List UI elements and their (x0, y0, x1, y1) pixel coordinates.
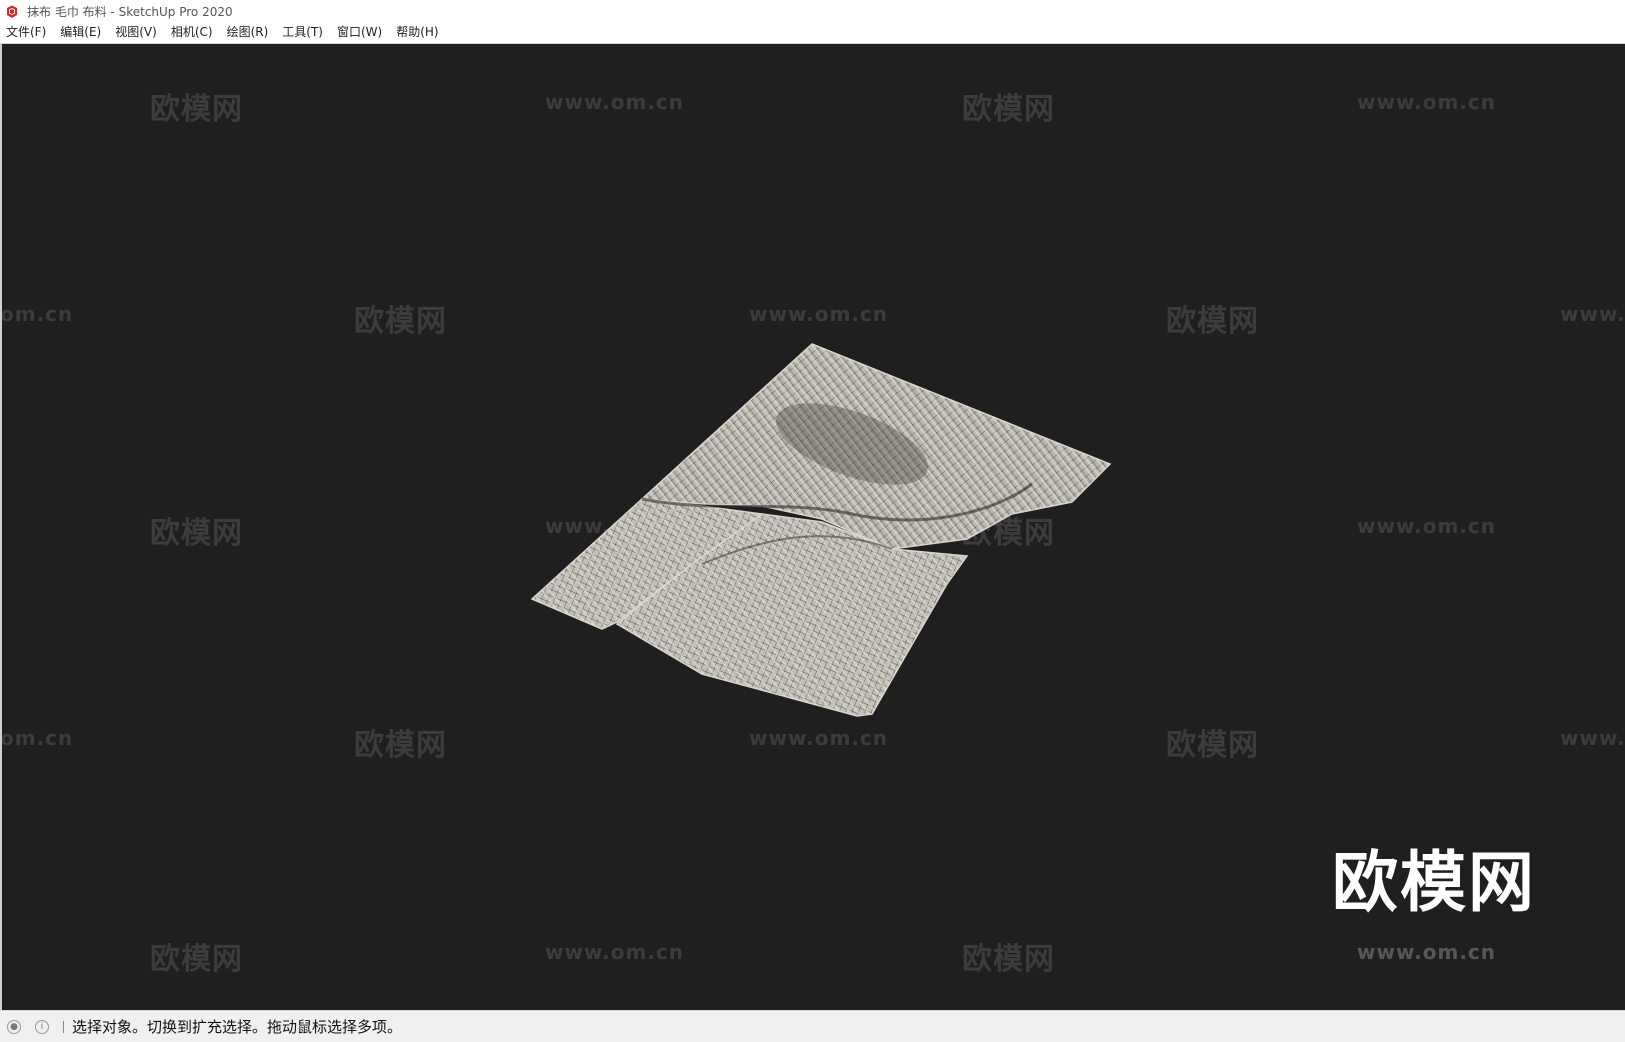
om-logo-watermark: 欧模网 (1332, 844, 1536, 921)
title-bar: 抹布 毛巾 布料 - SketchUp Pro 2020 (0, 0, 1625, 22)
menu-view[interactable]: 视图(V) (108, 22, 164, 43)
menu-camera[interactable]: 相机(C) (164, 22, 220, 43)
status-bar: ● i 选择对象。切换到扩充选择。拖动鼠标选择多项。 (0, 1010, 1625, 1042)
menu-tools[interactable]: 工具(T) (275, 22, 330, 43)
status-divider (63, 1020, 64, 1033)
window-title: 抹布 毛巾 布料 - SketchUp Pro 2020 (27, 4, 233, 19)
model-viewport[interactable]: 欧模网 www.om.cn 欧模网 www.om.cn om.cn 欧模网 ww… (0, 44, 1625, 1010)
om-logo-url: www.om.cn (1357, 940, 1497, 964)
geo-location-icon[interactable]: ● (7, 1019, 21, 1034)
menu-help[interactable]: 帮助(H) (389, 22, 445, 43)
menu-draw[interactable]: 绘图(R) (220, 22, 276, 43)
sketchup-logo-icon (5, 4, 19, 18)
menu-bar: 文件(F) 编辑(E) 视图(V) 相机(C) 绘图(R) 工具(T) 窗口(W… (0, 22, 1625, 44)
menu-file[interactable]: 文件(F) (0, 22, 53, 43)
status-message: 选择对象。切换到扩充选择。拖动鼠标选择多项。 (72, 1018, 403, 1036)
menu-edit[interactable]: 编辑(E) (53, 22, 108, 43)
menu-window[interactable]: 窗口(W) (330, 22, 389, 43)
info-icon[interactable]: i (35, 1019, 49, 1034)
